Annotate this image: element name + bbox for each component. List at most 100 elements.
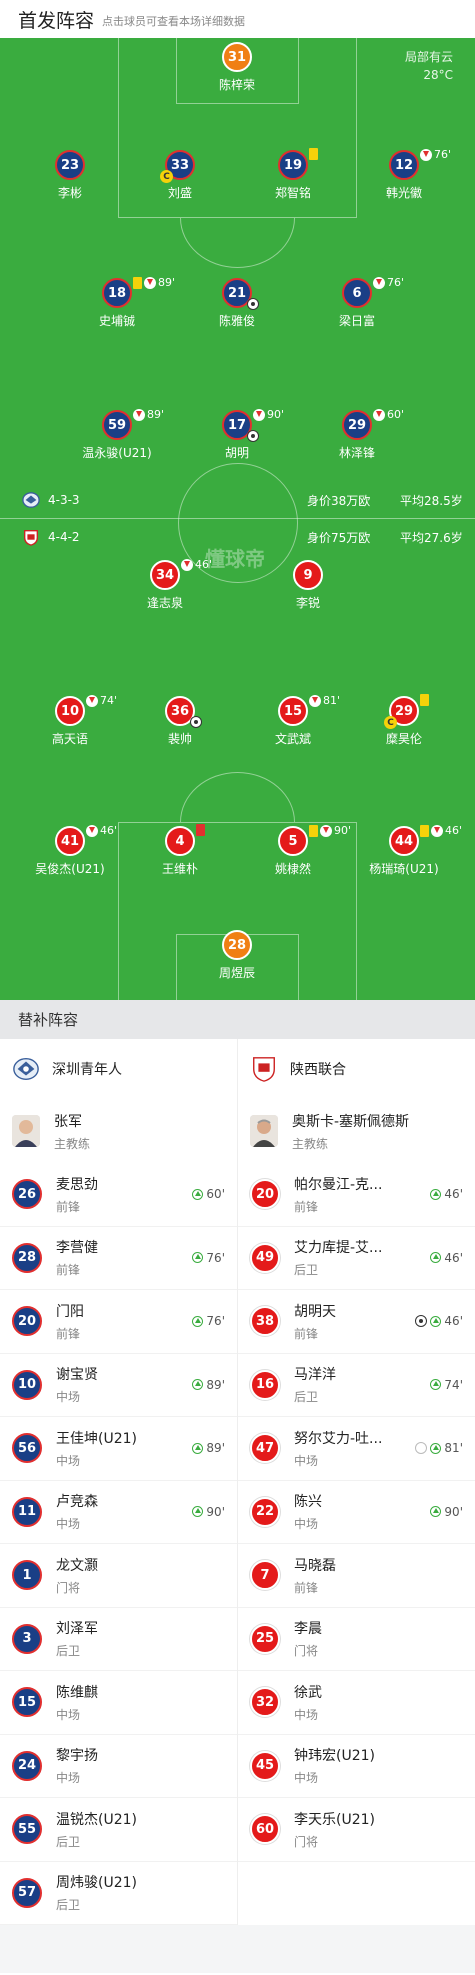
sub-player-row[interactable]: 16 马洋洋 后卫 74' [238,1354,475,1417]
player-marker[interactable]: 28 周煜辰 [197,930,277,994]
player-name: 林泽锋 [338,446,375,460]
sub-player-row[interactable]: 15 陈维麒 中场 [0,1671,237,1735]
player-marker[interactable]: 44 杨瑞琦(U21) 46' [364,824,462,890]
assist-icon [415,1442,428,1454]
player-marker[interactable]: 6 梁日富 76' [317,276,404,342]
sub-number: 15 [12,1687,42,1718]
sub-player-row[interactable]: 32 徐武 中场 [238,1671,475,1735]
goal-icon [190,716,202,728]
yellow-card-icon [420,694,429,706]
sub-position: 后卫 [56,1644,81,1659]
sub-in-icon [192,1252,204,1263]
player-marker[interactable]: 12 韩光徽 76' [364,148,451,214]
sub-name: 马晓磊 [294,1557,336,1574]
sub-position: 中场 [56,1390,81,1405]
player-name: 文武斌 [274,732,311,746]
player-marker[interactable]: 18 史埔铖 89' [77,276,175,342]
sub-position: 中场 [294,1771,319,1786]
player-marker[interactable]: 33 刘盛 C [140,150,220,214]
sub-player-row[interactable]: 1 龙文灏 门将 [0,1544,237,1608]
player-name: 胡明 [224,446,249,460]
sub-out-minute: 76' [434,148,452,161]
sub-player-row[interactable]: 11 卢竞森 中场 90' [0,1481,237,1544]
player-name: 李锐 [295,596,320,610]
player-marker[interactable]: 29 林泽锋 60' [317,408,404,474]
player-name: 史埔铖 [98,314,135,328]
player-marker[interactable]: 41 吴俊杰(U21) 46' [30,824,117,890]
away-team-name: 陕西联合 [290,1062,346,1078]
sub-player-row[interactable]: 47 努尔艾力-吐... 中场 81' [238,1417,475,1481]
away-team-header[interactable]: 陕西联合 [238,1039,475,1099]
sub-player-row[interactable]: 55 温锐杰(U21) 后卫 [0,1798,237,1862]
sub-player-row[interactable]: 3 刘泽军 后卫 [0,1608,237,1671]
sub-player-row[interactable]: 57 周炜骏(U21) 后卫 [0,1862,237,1925]
sub-player-row[interactable]: 45 钟玮宏(U21) 中场 [238,1735,475,1798]
sub-in-icon [192,1506,204,1517]
sub-player-row[interactable]: 56 王佳坤(U21) 中场 89' [0,1417,237,1481]
sub-player-row[interactable]: 20 门阳 前锋 76' [0,1290,237,1354]
player-events [309,148,318,160]
sub-number: 57 [12,1877,42,1908]
sub-player-row[interactable]: 22 陈兴 中场 90' [238,1481,475,1544]
sub-player-row[interactable]: 7 马晓磊 前锋 [238,1544,475,1608]
player-marker[interactable]: 19 郑智铭 [253,148,333,214]
away-team-logo-icon [253,1057,275,1082]
player-marker[interactable]: 4 王维朴 [140,824,220,890]
sub-info: 马洋洋 后卫 [294,1364,336,1405]
page-title: 首发阵容 [18,9,95,32]
home-team-header[interactable]: 深圳青年人 [0,1039,237,1099]
player-number: 29 [342,410,372,440]
away-team-info: 4-4-2 身价75万欧 平均27.6岁 [22,526,467,548]
player-name: 郑智铭 [274,186,311,200]
sub-out-minute: 46' [100,824,118,837]
sub-player-row[interactable]: 10 谢宝贤 中场 89' [0,1354,237,1417]
sub-player-row[interactable]: 38 胡明天 前锋 46' [238,1290,475,1354]
player-marker[interactable]: 59 温永骏(U21) 89' [77,408,164,474]
player-marker[interactable]: 5 姚棣然 90' [253,824,351,890]
sub-name: 马洋洋 [294,1367,336,1384]
player-marker[interactable]: 15 文武斌 81' [253,694,340,760]
player-marker[interactable]: 10 高天语 74' [30,694,117,760]
home-coach[interactable]: 张军 主教练 [0,1099,237,1163]
player-marker[interactable]: 9 李锐 [268,560,348,624]
sub-player-row[interactable]: 60 李天乐(U21) 门将 [238,1798,475,1862]
yellow-card-icon [133,276,142,289]
sub-position: 中场 [56,1707,81,1722]
sub-in-minute: 90' [444,1504,463,1519]
sub-player-row[interactable]: 25 李晨 门将 [238,1608,475,1671]
sub-in-info: 46' [430,1187,463,1201]
sub-player-row[interactable]: 28 李营健 前锋 76' [0,1227,237,1290]
player-marker[interactable]: 23 李彬 [30,150,110,214]
sub-out-icon [86,694,98,707]
sub-out-minute: 89' [158,276,176,289]
sub-out-icon [133,408,145,421]
sub-info: 徐武 中场 [294,1682,322,1723]
away-coach[interactable]: 奥斯卡-塞斯佩德斯 主教练 [238,1099,475,1163]
player-marker[interactable]: 17 胡明 90' [197,408,284,474]
player-marker[interactable]: 36 裴帅 [140,696,220,760]
sub-in-icon [430,1188,442,1200]
player-number: 59 [102,410,132,440]
sub-player-row[interactable]: 49 艾力库提-艾... 后卫 46' [238,1227,475,1290]
sub-position: 前锋 [56,1326,81,1341]
sub-in-icon [192,1379,204,1390]
player-number: 28 [222,930,252,960]
sub-name: 门阳 [56,1303,84,1320]
player-marker[interactable]: 21 陈雅俊 [197,278,277,342]
sub-info: 谢宝贤 中场 [56,1364,98,1405]
sub-player-row[interactable]: 26 麦思劲 前锋 60' [0,1163,237,1227]
sub-out-icon [373,408,385,421]
sub-in-icon [430,1252,442,1263]
sub-out-minute: 81' [323,694,341,707]
sub-player-row[interactable]: 20 帕尔曼江-克... 前锋 46' [238,1163,475,1227]
sub-info: 王佳坤(U21) 中场 [56,1428,137,1469]
player-marker[interactable]: 29 糜昊伦 C [364,694,444,760]
captain-icon: C [160,170,173,183]
player-marker[interactable]: 34 逢志泉 46' [125,558,212,624]
sub-out-icon [181,558,193,571]
yellow-card-icon [420,824,429,837]
player-marker[interactable]: 31 陈梓荣 [197,42,277,106]
sub-in-minute: 46' [444,1250,463,1265]
sub-player-row[interactable]: 24 黎宇扬 中场 [0,1735,237,1798]
sub-in-minute: 81' [444,1441,463,1455]
